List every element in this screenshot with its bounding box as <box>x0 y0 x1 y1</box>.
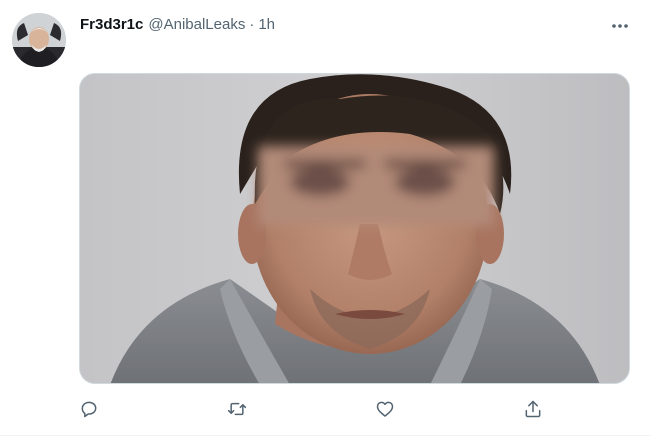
tweet-media-image[interactable] <box>79 73 630 384</box>
share-icon <box>523 399 543 419</box>
avatar[interactable] <box>12 13 66 67</box>
like-button[interactable] <box>373 397 397 421</box>
user-handle[interactable]: @AnibalLeaks <box>148 15 245 35</box>
timestamp[interactable]: 1h <box>258 15 275 35</box>
tweet-card[interactable]: Fr3d3r1c @AnibalLeaks · 1h <box>0 0 651 436</box>
separator-dot: · <box>249 16 255 33</box>
heart-icon <box>375 399 395 419</box>
photo-blurred-face <box>80 74 629 383</box>
avatar-image <box>12 13 66 67</box>
tweet-header: Fr3d3r1c @AnibalLeaks · 1h <box>80 14 631 36</box>
more-horizontal-icon <box>611 16 629 34</box>
retweet-button[interactable] <box>225 397 249 421</box>
tweet-actions <box>79 397 549 421</box>
retweet-icon <box>226 399 248 419</box>
share-button[interactable] <box>521 397 545 421</box>
more-button[interactable] <box>607 15 633 35</box>
display-name[interactable]: Fr3d3r1c <box>80 15 143 35</box>
reply-button[interactable] <box>77 397 101 421</box>
reply-icon <box>79 399 99 419</box>
